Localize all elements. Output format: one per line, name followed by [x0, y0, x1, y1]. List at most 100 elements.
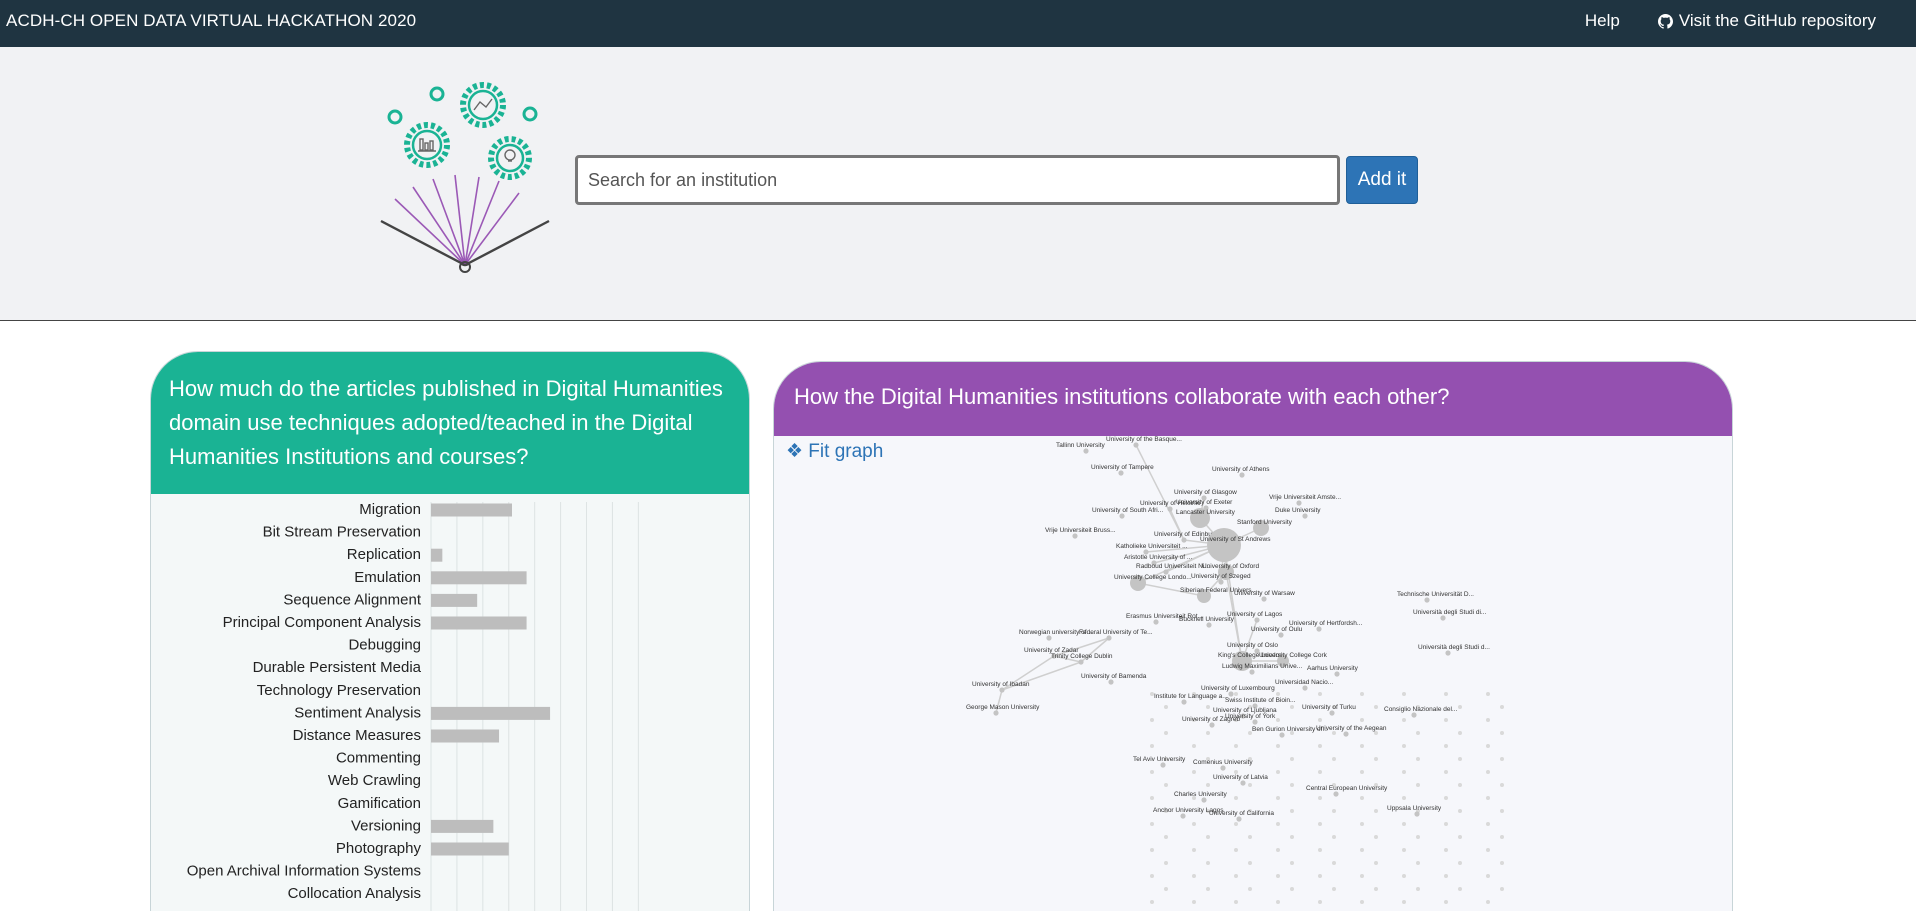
- node-dot[interactable]: [1329, 710, 1335, 716]
- institution-node[interactable]: Ludwig Maximilians Unive...: [1222, 663, 1302, 675]
- institution-node[interactable]: Charles University: [1174, 791, 1227, 803]
- node-dot[interactable]: [1209, 722, 1215, 728]
- technique-bar[interactable]: [431, 842, 509, 856]
- institution-node[interactable]: Università degli Studi di...: [1413, 609, 1487, 621]
- node-dot[interactable]: [1240, 780, 1246, 786]
- institution-node[interactable]: Lancaster University: [1176, 508, 1236, 528]
- node-dot[interactable]: [1316, 626, 1322, 632]
- node-dot[interactable]: [1108, 679, 1114, 685]
- node-dot[interactable]: [1118, 470, 1124, 476]
- institution-search-input[interactable]: [575, 155, 1340, 205]
- node-dot[interactable]: [1249, 669, 1255, 675]
- background-node: [1402, 770, 1406, 774]
- node-dot[interactable]: [1302, 513, 1308, 519]
- network-graph-area[interactable]: Tallinn University University of the Basq…: [774, 436, 1732, 911]
- node-dot[interactable]: [1181, 699, 1187, 705]
- node-dot[interactable]: [1083, 448, 1089, 454]
- institution-node[interactable]: Tel Aviv University: [1133, 756, 1186, 768]
- collaboration-network-graph[interactable]: Tallinn UniversityUniversity of the Basq…: [774, 436, 1732, 911]
- institution-node[interactable]: University of Oulu: [1251, 626, 1303, 638]
- institution-node[interactable]: University of Warsaw: [1234, 590, 1295, 602]
- node-dot[interactable]: [1046, 635, 1052, 641]
- node-dot[interactable]: [1333, 791, 1339, 797]
- institution-node[interactable]: University of Athens: [1212, 466, 1270, 478]
- institution-node[interactable]: Vrije Universiteit Bruss...: [1045, 527, 1116, 539]
- technique-bar[interactable]: [431, 729, 500, 743]
- node-dot[interactable]: [1106, 635, 1112, 641]
- technique-bar[interactable]: [431, 548, 443, 562]
- institution-node[interactable]: Vrije Universiteit Amste...: [1269, 494, 1341, 506]
- institution-node[interactable]: Technische Universität D...: [1397, 591, 1474, 603]
- node-dot[interactable]: [1440, 615, 1446, 621]
- institution-node[interactable]: University of Tampere: [1091, 464, 1154, 476]
- add-institution-button[interactable]: Add it: [1346, 156, 1418, 204]
- technique-bar[interactable]: [431, 819, 494, 833]
- node-dot[interactable]: [1334, 671, 1340, 677]
- institution-node[interactable]: Central European University: [1306, 785, 1388, 797]
- institution-node[interactable]: Università degli Studi d...: [1418, 644, 1490, 656]
- node-dot[interactable]: [1343, 731, 1349, 737]
- institution-node[interactable]: Katholieke Universiteit ...: [1116, 543, 1188, 555]
- institution-node[interactable]: University of Latvia: [1213, 774, 1268, 786]
- node-dot[interactable]: [1180, 813, 1186, 819]
- institution-node[interactable]: University of Ibadan: [972, 681, 1030, 693]
- institution-node[interactable]: University of California: [1209, 810, 1274, 822]
- technique-bar[interactable]: [431, 616, 527, 630]
- brand-title[interactable]: ACDH-CH OPEN DATA VIRTUAL HACKATHON 2020: [6, 11, 416, 31]
- node-dot[interactable]: [1078, 659, 1084, 665]
- node-dot[interactable]: [1207, 528, 1241, 562]
- technique-bar[interactable]: [431, 571, 527, 585]
- institution-node[interactable]: Duke University: [1275, 507, 1321, 519]
- node-dot[interactable]: [1445, 650, 1451, 656]
- institution-node[interactable]: University of Bamenda: [1081, 673, 1147, 685]
- node-dot[interactable]: [1167, 506, 1173, 512]
- institution-node[interactable]: Stanford University: [1237, 519, 1293, 536]
- node-dot[interactable]: [1153, 619, 1159, 625]
- node-dot[interactable]: [1181, 537, 1187, 543]
- institution-node[interactable]: Federal University of Te...: [1079, 629, 1153, 641]
- node-dot[interactable]: [1254, 617, 1260, 623]
- node-dot[interactable]: [993, 710, 999, 716]
- node-dot[interactable]: [1220, 765, 1226, 771]
- node-dot[interactable]: [1201, 797, 1207, 803]
- institution-node[interactable]: Comenius University: [1193, 759, 1253, 771]
- institution-node[interactable]: University of South Afri...: [1092, 507, 1163, 519]
- technique-bar[interactable]: [431, 503, 512, 517]
- fit-graph-button[interactable]: ❖ Fit graph: [786, 440, 883, 463]
- institution-node[interactable]: Aarhus University: [1307, 665, 1359, 677]
- node-dot[interactable]: [1119, 513, 1125, 519]
- node-dot[interactable]: [1296, 500, 1302, 506]
- institution-node[interactable]: Uppsala University: [1387, 805, 1442, 817]
- node-dot[interactable]: [1239, 472, 1245, 478]
- node-dot[interactable]: [1424, 597, 1430, 603]
- institution-node[interactable]: Trinity College Dublin: [1051, 653, 1113, 665]
- institution-node[interactable]: University of Szeged: [1191, 573, 1251, 585]
- institution-node[interactable]: University of Turku: [1302, 704, 1356, 716]
- node-dot[interactable]: [1302, 685, 1308, 691]
- institution-node[interactable]: George Mason University: [966, 704, 1040, 716]
- background-node: [1444, 796, 1448, 800]
- institution-node[interactable]: Tallinn University: [1056, 442, 1106, 454]
- node-dot[interactable]: [1261, 596, 1267, 602]
- technique-bar[interactable]: [431, 593, 478, 607]
- node-dot[interactable]: [1218, 579, 1224, 585]
- node-dot[interactable]: [1278, 632, 1284, 638]
- institution-node[interactable]: University of the Basque...: [1106, 436, 1182, 448]
- node-dot[interactable]: [1252, 719, 1258, 725]
- github-link[interactable]: Visit the GitHub repository: [1657, 11, 1876, 31]
- node-dot[interactable]: [1411, 712, 1417, 718]
- node-dot[interactable]: [1228, 691, 1234, 697]
- technique-bar[interactable]: [431, 706, 551, 720]
- node-dot[interactable]: [1414, 811, 1420, 817]
- help-link[interactable]: Help: [1585, 11, 1620, 31]
- institution-node[interactable]: Institute for Language a...: [1154, 693, 1228, 705]
- node-dot[interactable]: [1206, 622, 1212, 628]
- node-dot[interactable]: [999, 687, 1005, 693]
- node-dot[interactable]: [1133, 442, 1139, 448]
- institution-node[interactable]: Universidad Nacio...: [1275, 679, 1333, 691]
- node-dot[interactable]: [1160, 762, 1166, 768]
- node-dot[interactable]: [1279, 732, 1285, 738]
- node-dot[interactable]: [1072, 533, 1078, 539]
- node-dot[interactable]: [1236, 816, 1242, 822]
- institution-node[interactable]: Consiglio Nazionale del...: [1384, 706, 1458, 718]
